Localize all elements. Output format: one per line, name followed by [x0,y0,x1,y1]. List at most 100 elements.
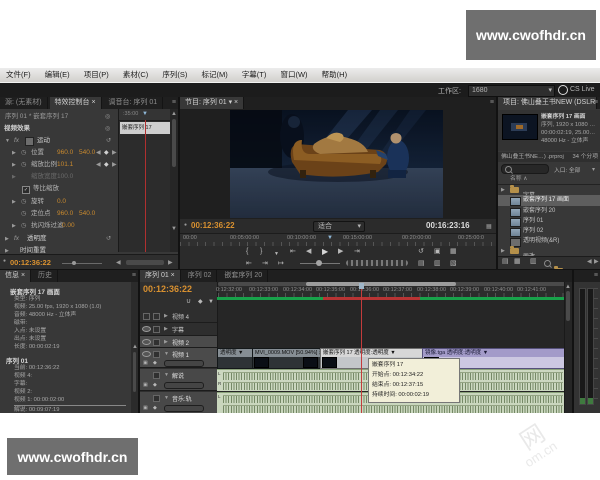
menu-window[interactable]: 窗口(W) [274,68,313,82]
stopwatch-icon[interactable]: ◷ [21,209,26,219]
list-view-button[interactable]: ▤ [502,257,509,267]
shuttle-handle[interactable] [316,260,322,266]
next-keyframe-icon[interactable]: ▶ [112,160,117,170]
add-keyframe-icon[interactable]: ◆ [104,160,109,170]
menu-help[interactable]: 帮助(H) [316,68,353,82]
scroll-right-icon[interactable]: ▶ [168,258,173,268]
panel-menu-icon[interactable]: ≡ [594,270,598,282]
mark-in-button[interactable]: { [246,247,248,257]
menu-clip[interactable]: 素材(C) [117,68,154,82]
show-timeline-icon[interactable]: ◎ [105,112,110,122]
tab-info[interactable]: 信息 × [0,270,31,282]
param-value-x[interactable]: 960.0 [57,148,73,158]
effect-name[interactable]: 透明度 [27,234,47,244]
zoom-slider-handle[interactable] [72,261,76,265]
stopwatch-icon[interactable]: ◷ [21,148,26,158]
menu-file[interactable]: 文件(F) [0,68,37,82]
menu-sequence[interactable]: 序列(S) [156,68,193,82]
list-item[interactable]: 序列 01 [498,216,600,226]
effect-scrollbar[interactable]: ▲ ▼ [170,109,178,252]
tab-sequence-01[interactable]: 序列 01 × [140,270,181,282]
twirl-closed-icon[interactable]: ▶ [164,311,168,321]
step-back-button[interactable]: ◀ [306,247,311,257]
new-bin-button[interactable] [554,268,563,269]
play-in-out-button[interactable]: ↦ [278,259,284,269]
twirl-open-icon[interactable]: ▼ [164,393,169,403]
marker-button[interactable]: ▼ [274,249,279,259]
prev-keyframe-icon[interactable]: ◀ [96,160,101,170]
twirl-closed-icon[interactable]: ▶ [164,337,168,347]
param-value[interactable]: 101.1 [57,160,73,170]
eye-icon[interactable] [142,351,151,357]
close-icon[interactable]: × [234,99,238,106]
list-item[interactable]: 透明视频(&R) [498,236,600,246]
output-settings-button[interactable]: ▦ [450,247,457,257]
find-icon[interactable] [544,260,551,267]
jump-forward-button[interactable]: ⇥ [262,259,268,269]
menu-edit[interactable]: 编辑(E) [39,68,76,82]
param-value[interactable]: 0.00 [62,221,75,231]
export-frame-button[interactable]: ▧ [450,259,457,269]
cs-live-button[interactable]: CS Live [570,86,595,93]
tab-project[interactable]: 项目: 佛山叠王书NEW (DSLR1080p2 [498,97,597,109]
menu-project[interactable]: 项目(P) [78,68,115,82]
twirl-closed-icon[interactable]: ▶ [12,221,16,231]
param-value[interactable]: 0.0 [57,197,66,207]
list-item[interactable]: 序列 02 [498,226,600,236]
uniform-scale-checkbox[interactable]: ✓ [22,186,30,194]
scroll-right-icon[interactable]: ▶ [594,257,599,267]
chevron-down-icon[interactable]: ▾ [592,165,595,175]
list-item[interactable]: ▶ 画改 [498,246,600,256]
scroll-up-icon[interactable]: ▲ [171,109,177,119]
panel-menu-icon[interactable]: ≡ [172,97,176,109]
tab-audio-mixer[interactable]: 调音台: 序列 01 [104,97,164,109]
mini-playhead-icon[interactable]: ▼ [142,111,148,117]
scroll-left-icon[interactable]: ◀ [587,257,592,267]
reset-icon[interactable]: ↺ [106,136,111,146]
h-scroll-thumb[interactable] [126,260,164,265]
program-ruler[interactable]: 00:00 00:05:00:00 00:10:00:00 00:15:00:0… [180,233,496,246]
stopwatch-icon[interactable]: ◷ [21,197,26,207]
twirl-closed-icon[interactable]: ▶ [164,324,168,334]
sync-lock-toggle[interactable] [153,372,160,379]
program-playhead-icon[interactable]: ▼ [327,235,333,241]
twirl-closed-icon[interactable]: ▶ [12,197,16,207]
info-scrollbar[interactable]: ▲ [131,282,138,413]
sync-lock-toggle[interactable] [153,313,160,320]
zoom-slider[interactable] [62,263,102,264]
automate-to-sequence-button[interactable]: ▥ [530,257,537,267]
effect-scroll-thumb[interactable] [172,119,176,167]
jump-back-button[interactable]: ⇤ [246,259,252,269]
tab-source-monitor[interactable]: 源: (无素材) [0,97,48,109]
sync-lock-toggle[interactable] [153,351,160,358]
display-style-icon[interactable]: ▣ [143,358,148,368]
goto-in-button[interactable]: ⇤ [290,247,296,257]
timeline-scrollbar[interactable]: ▲ [564,282,572,413]
mark-out-button[interactable]: } [260,247,262,257]
timeline-timecode[interactable]: 00:12:36:22 [143,284,192,294]
scroll-up-icon[interactable]: ▲ [132,342,138,352]
scroll-down-icon[interactable]: ▼ [171,224,177,234]
extract-button[interactable]: ▥ [434,259,441,269]
step-forward-button[interactable]: ▶ [338,247,343,257]
list-item[interactable]: ▶ 字幕 [498,185,600,195]
param-value-x[interactable]: 960.0 [57,209,73,219]
effect-mini-timeline[interactable]: :35:00 ▼ 嵌套序列 17 [118,109,171,252]
show-keyframes-icon[interactable]: ◆ [153,358,157,368]
panel-menu-icon[interactable]: ≡ [490,97,494,109]
zoom-fit-select[interactable]: 适合 ▾ [313,221,365,232]
search-input[interactable] [501,164,549,174]
reset-icon[interactable]: ↺ [106,234,111,244]
clip-video[interactable]: 透明度 ▼ [217,348,254,369]
sync-lock-toggle[interactable] [153,339,160,346]
tab-history[interactable]: 历史 [33,270,58,282]
twirl-closed-icon[interactable]: ▶ [501,246,505,256]
twirl-open-icon[interactable]: ▼ [5,136,10,146]
set-marker-icon[interactable]: ◆ [198,297,203,307]
tab-program[interactable]: 节目: 序列 01 ▾ × [180,97,244,109]
show-timeline-icon[interactable]: ◎ [105,124,110,134]
twirl-closed-icon[interactable]: ▶ [501,185,505,195]
playhead-handle[interactable] [359,283,364,289]
prev-keyframe-icon[interactable]: ◀ [96,148,101,158]
snap-icon[interactable]: ∪ [186,297,191,307]
